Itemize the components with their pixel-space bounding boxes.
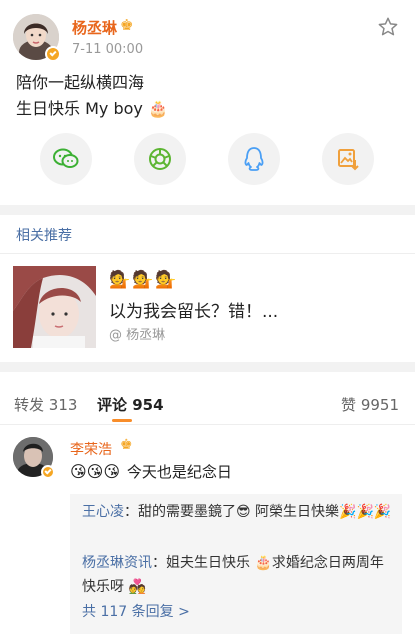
save-image-button[interactable] <box>322 133 374 185</box>
post-line-2: 生日快乐 My boy 🎂 <box>16 99 168 118</box>
post-time: 7-11 00:00 <box>72 42 144 57</box>
kiss-emoji: 😘😘😘 <box>70 462 121 481</box>
reply-preview-box[interactable]: 王心凌：甜的需要墨鏡了😎 阿榮生日快樂🎉🎉🎉 杨丞琳资讯：姐夫生日快乐 🎂求婚纪… <box>70 494 402 634</box>
post-body: 陪你一起纵横四海 生日快乐 My boy 🎂 <box>16 70 396 122</box>
author-avatar[interactable] <box>13 14 61 62</box>
share-qq-button[interactable] <box>228 133 280 185</box>
tab-likes[interactable]: 赞 9951 <box>341 394 399 415</box>
related-author[interactable]: @ 杨丞琳 <box>109 324 165 343</box>
post-header: 杨丞琳 ♚ 7-11 00:00 <box>0 0 415 70</box>
author-name[interactable]: 杨丞琳 <box>72 17 117 38</box>
post-line-1: 陪你一起纵横四海 <box>16 73 145 92</box>
commenter-avatar[interactable] <box>13 437 55 479</box>
reply-item[interactable]: 王心凌：甜的需要墨鏡了😎 阿榮生日快樂🎉🎉🎉 <box>82 500 394 524</box>
tab-repost[interactable]: 转发 313 <box>14 394 77 415</box>
section-gap <box>0 205 415 215</box>
commenter-name[interactable]: 李荣浩 <box>70 439 112 459</box>
wechat-icon <box>53 148 79 168</box>
reply-text: 甜的需要墨鏡了😎 阿榮生日快樂🎉🎉🎉 <box>138 504 392 520</box>
divider <box>0 424 415 425</box>
share-row <box>0 133 415 189</box>
comment-text: 😘😘😘 今天也是纪念日 <box>70 462 232 481</box>
verified-badge-icon <box>45 46 61 62</box>
reply-author[interactable]: 杨丞琳资讯 <box>82 555 152 571</box>
related-emoji: 💁💁💁 <box>109 270 179 290</box>
divider <box>0 253 415 254</box>
reply-author[interactable]: 王心凌 <box>82 504 124 520</box>
favorite-star-icon[interactable] <box>377 16 399 38</box>
moments-icon <box>149 148 171 170</box>
qq-icon <box>244 147 264 171</box>
share-wechat-button[interactable] <box>40 133 92 185</box>
related-post-card[interactable]: 💁💁💁 以为我会留长？错！... @ 杨丞琳 <box>13 266 403 350</box>
share-moments-button[interactable] <box>134 133 186 185</box>
active-tab-indicator <box>112 419 132 422</box>
view-all-replies-link[interactable]: 共 117 条回复 > <box>82 601 190 621</box>
verified-badge-icon <box>41 465 55 479</box>
reply-item[interactable]: 杨丞琳资讯：姐夫生日快乐 🎂求婚纪念日两周年快乐呀 💑 <box>82 551 394 599</box>
related-section-title: 相关推荐 <box>16 228 72 244</box>
section-gap <box>0 362 415 372</box>
related-headline[interactable]: 以为我会留长？错！... <box>109 297 278 322</box>
tab-comments[interactable]: 评论 954 <box>97 394 164 415</box>
engagement-tabs: 转发 313 评论 954 赞 9951 <box>0 382 415 424</box>
related-thumbnail <box>13 266 96 348</box>
crown-icon: ♚ <box>120 437 133 453</box>
save-image-icon <box>338 149 359 171</box>
crown-icon: ♚ <box>120 16 134 34</box>
